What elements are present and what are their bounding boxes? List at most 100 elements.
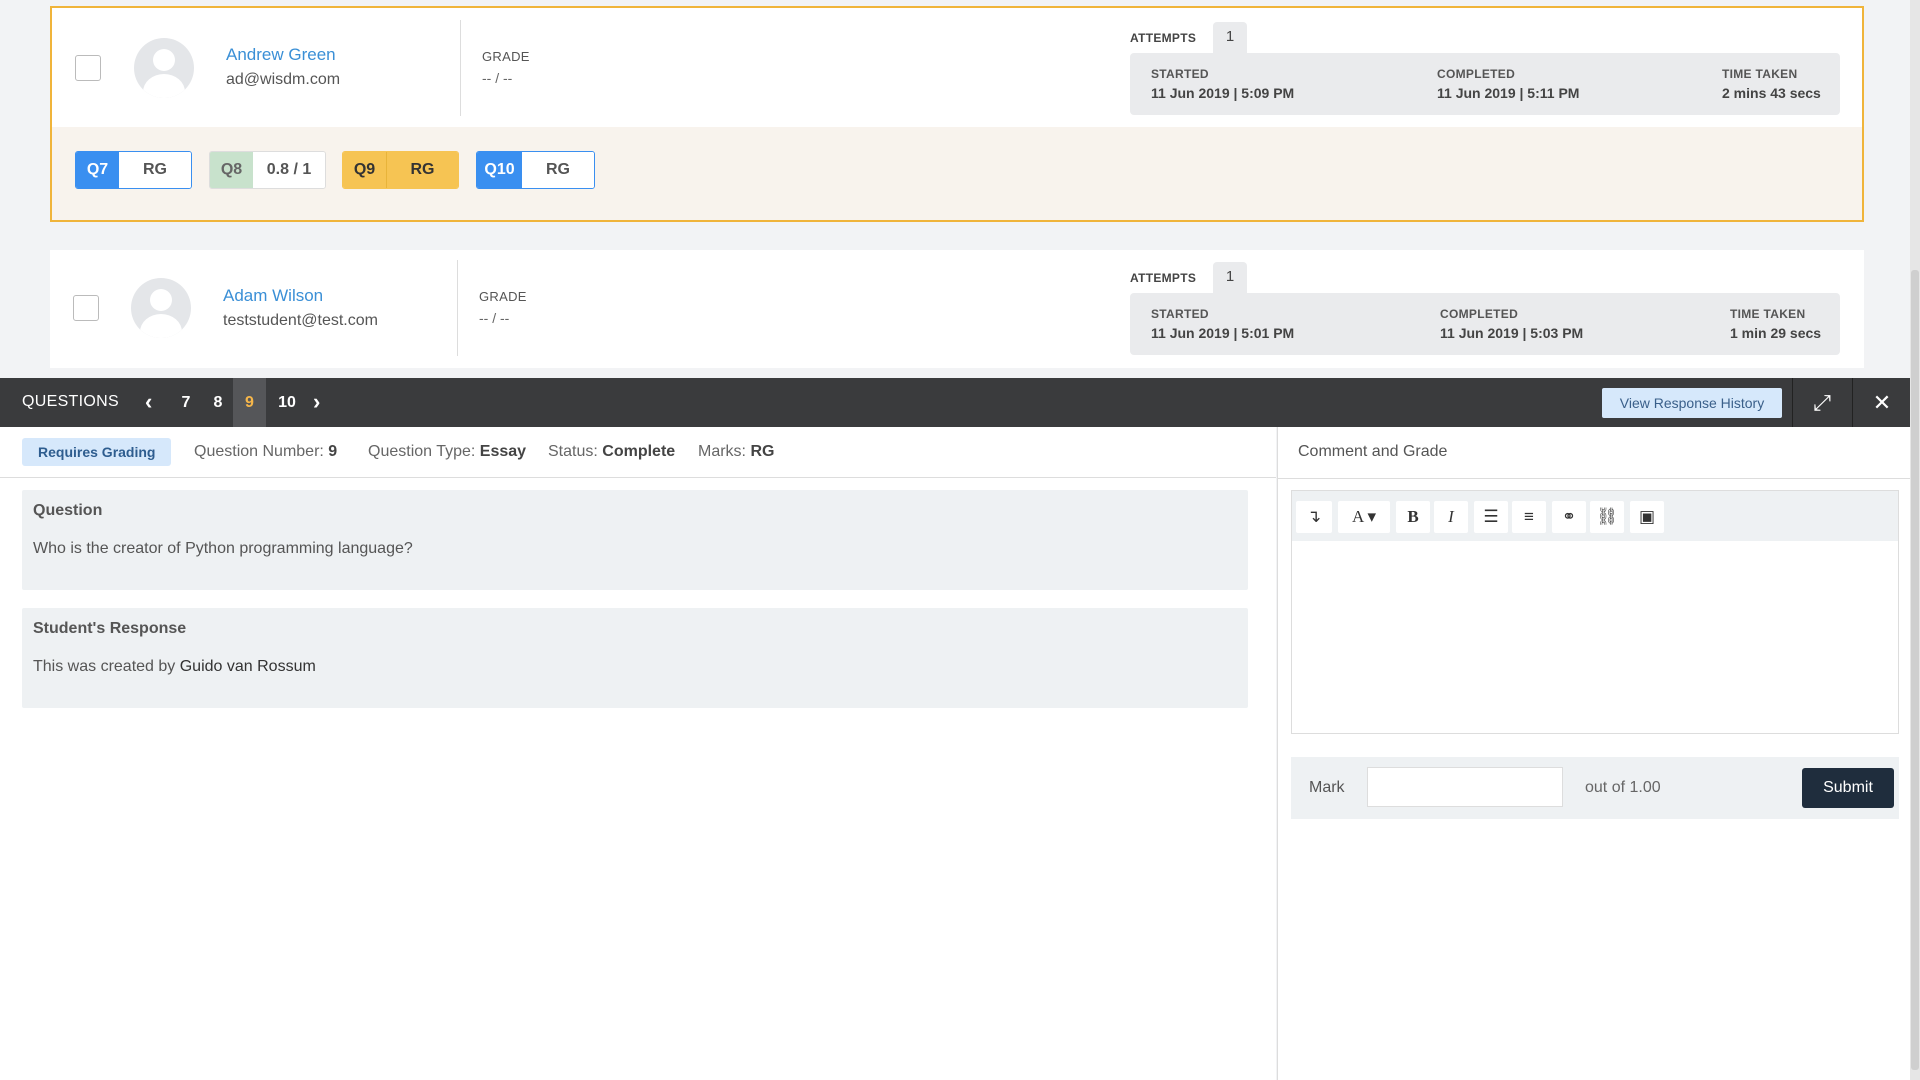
avatar <box>131 278 191 338</box>
started-value: 11 Jun 2019 | 5:01 PM <box>1151 325 1295 341</box>
question-type-value: Essay <box>479 443 527 460</box>
comment-grade-pane: Comment and Grade ↴ A ▾ B I ☰ ≡ ⚭ ⛓ ▣ Ma… <box>1277 427 1911 1080</box>
question-nav-9[interactable]: 9 <box>233 378 266 427</box>
attempts-label: ATTEMPTS <box>1130 31 1197 45</box>
editor-toolbar: ↴ A ▾ B I ☰ ≡ ⚭ ⛓ ▣ <box>1292 491 1898 541</box>
questions-title: QUESTIONS <box>22 393 119 410</box>
started-label: STARTED <box>1151 67 1209 81</box>
avatar-head <box>153 49 175 71</box>
question-nav-10[interactable]: 10 <box>274 378 300 427</box>
scrollbar-thumb[interactable] <box>1911 270 1919 1070</box>
time-taken-value: 2 mins 43 secs <box>1722 85 1821 101</box>
student-email: ad@wisdm.com <box>226 71 341 88</box>
close-icon[interactable]: ✕ <box>1862 378 1902 427</box>
submit-button[interactable]: Submit <box>1802 768 1894 808</box>
question-nav-8[interactable]: 8 <box>208 378 228 427</box>
time-taken-value: 1 min 29 secs <box>1730 325 1822 341</box>
divider <box>1852 378 1853 427</box>
mark-input[interactable] <box>1367 767 1563 807</box>
student-response-block: Student's Response This was created by G… <box>22 608 1248 708</box>
attempt-details: STARTED 11 Jun 2019 | 5:01 PM COMPLETED … <box>1130 293 1840 355</box>
image-icon[interactable]: ▣ <box>1630 501 1664 533</box>
chip-value: 0.8 / 1 <box>253 152 325 188</box>
comment-editor: ↴ A ▾ B I ☰ ≡ ⚭ ⛓ ▣ <box>1291 490 1899 734</box>
grade-value: -- / -- <box>482 70 513 86</box>
student-email: teststudent@test.com <box>223 312 378 329</box>
chip-value: RG <box>119 152 191 188</box>
avatar-body <box>143 74 185 98</box>
response-answer: Guido van Rossum <box>179 658 316 675</box>
question-nav-7[interactable]: 7 <box>176 378 196 427</box>
time-taken-label: TIME TAKEN <box>1722 67 1798 81</box>
bold-icon[interactable]: B <box>1396 501 1430 533</box>
avatar <box>134 38 194 98</box>
status-label: Status: <box>548 443 598 460</box>
question-chip-q9[interactable]: Q9 RG <box>342 151 459 189</box>
response-text: This was created by Guido van Rossum <box>33 658 316 676</box>
divider <box>1792 378 1793 427</box>
started-value: 11 Jun 2019 | 5:09 PM <box>1151 85 1295 101</box>
student-name-link[interactable]: Adam Wilson <box>223 286 323 306</box>
question-block: Question Who is the creator of Python pr… <box>22 490 1248 590</box>
attempt-details: STARTED 11 Jun 2019 | 5:09 PM COMPLETED … <box>1130 53 1840 115</box>
question-info-bar: Requires Grading Question Number: 9 Ques… <box>0 427 1276 478</box>
response-prefix: This was created by <box>33 658 180 675</box>
prev-question-chevron-left-icon[interactable]: ‹ <box>145 378 165 427</box>
comment-grade-title: Comment and Grade <box>1298 443 1448 460</box>
select-checkbox[interactable] <box>75 55 101 81</box>
expand-icon[interactable]: ⤢ <box>1800 378 1844 427</box>
question-number-value: 9 <box>328 443 338 460</box>
unlink-icon[interactable]: ⛓ <box>1590 501 1624 533</box>
divider <box>457 260 458 356</box>
editor-text-area[interactable] <box>1292 541 1898 733</box>
question-chip-q7[interactable]: Q7 RG <box>75 151 192 189</box>
chip-number: Q10 <box>477 152 522 188</box>
question-chip-q8[interactable]: Q8 0.8 / 1 <box>209 151 326 189</box>
font-color-icon[interactable]: A ▾ <box>1338 501 1390 533</box>
question-type-label: Question Type: <box>368 443 476 460</box>
avatar-body <box>140 314 182 338</box>
time-taken-label: TIME TAKEN <box>1730 307 1806 321</box>
chip-number: Q7 <box>76 152 119 188</box>
undo-arrow-icon[interactable]: ↴ <box>1296 501 1332 533</box>
divider <box>1278 478 1911 479</box>
response-heading: Student's Response <box>33 620 187 637</box>
attempts-count[interactable]: 1 <box>1213 262 1247 294</box>
attempts-label: ATTEMPTS <box>1130 271 1197 285</box>
question-text: Who is the creator of Python programming… <box>33 540 413 557</box>
attempts-count[interactable]: 1 <box>1213 22 1247 54</box>
question-type-info: Question Type: Essay <box>368 443 526 461</box>
completed-value: 11 Jun 2019 | 5:11 PM <box>1437 85 1580 101</box>
question-chip-q10[interactable]: Q10 RG <box>476 151 595 189</box>
avatar-head <box>150 289 172 311</box>
grade-label: GRADE <box>479 289 527 304</box>
view-response-history-button[interactable]: View Response History <box>1602 388 1782 418</box>
question-chip-row: Q7 RG Q8 0.8 / 1 Q9 RG Q10 RG <box>52 127 1862 220</box>
student-card-adam-wilson[interactable]: Adam Wilson teststudent@test.com GRADE -… <box>50 250 1864 368</box>
question-number-label: Question Number: <box>194 443 324 460</box>
chip-value: RG <box>386 152 458 188</box>
next-question-chevron-right-icon[interactable]: › <box>313 378 333 427</box>
question-number-info: Question Number: 9 <box>194 443 337 461</box>
question-pane: Requires Grading Question Number: 9 Ques… <box>0 427 1276 1080</box>
out-of-label: out of 1.00 <box>1585 779 1661 796</box>
questions-bar: QUESTIONS ‹ 7 8 9 10 › View Response His… <box>0 378 1910 427</box>
grade-label: GRADE <box>482 49 530 64</box>
started-label: STARTED <box>1151 307 1209 321</box>
student-name-link[interactable]: Andrew Green <box>226 45 336 65</box>
status-value: Complete <box>602 443 676 460</box>
grade-value: -- / -- <box>479 310 510 326</box>
status-info: Status: Complete <box>548 443 675 461</box>
link-icon[interactable]: ⚭ <box>1552 501 1586 533</box>
numbered-list-icon[interactable]: ≡ <box>1512 501 1546 533</box>
student-card-header: Andrew Green ad@wisdm.com GRADE -- / -- … <box>52 8 1862 127</box>
divider <box>460 20 461 116</box>
italic-icon[interactable]: I <box>1434 501 1468 533</box>
mark-label: Mark <box>1309 779 1345 796</box>
marks-value: RG <box>750 443 775 460</box>
select-checkbox[interactable] <box>73 295 99 321</box>
bulleted-list-icon[interactable]: ☰ <box>1474 501 1508 533</box>
question-heading: Question <box>33 502 103 519</box>
student-card-andrew-green[interactable]: Andrew Green ad@wisdm.com GRADE -- / -- … <box>50 6 1864 222</box>
chip-number: Q8 <box>210 152 253 188</box>
